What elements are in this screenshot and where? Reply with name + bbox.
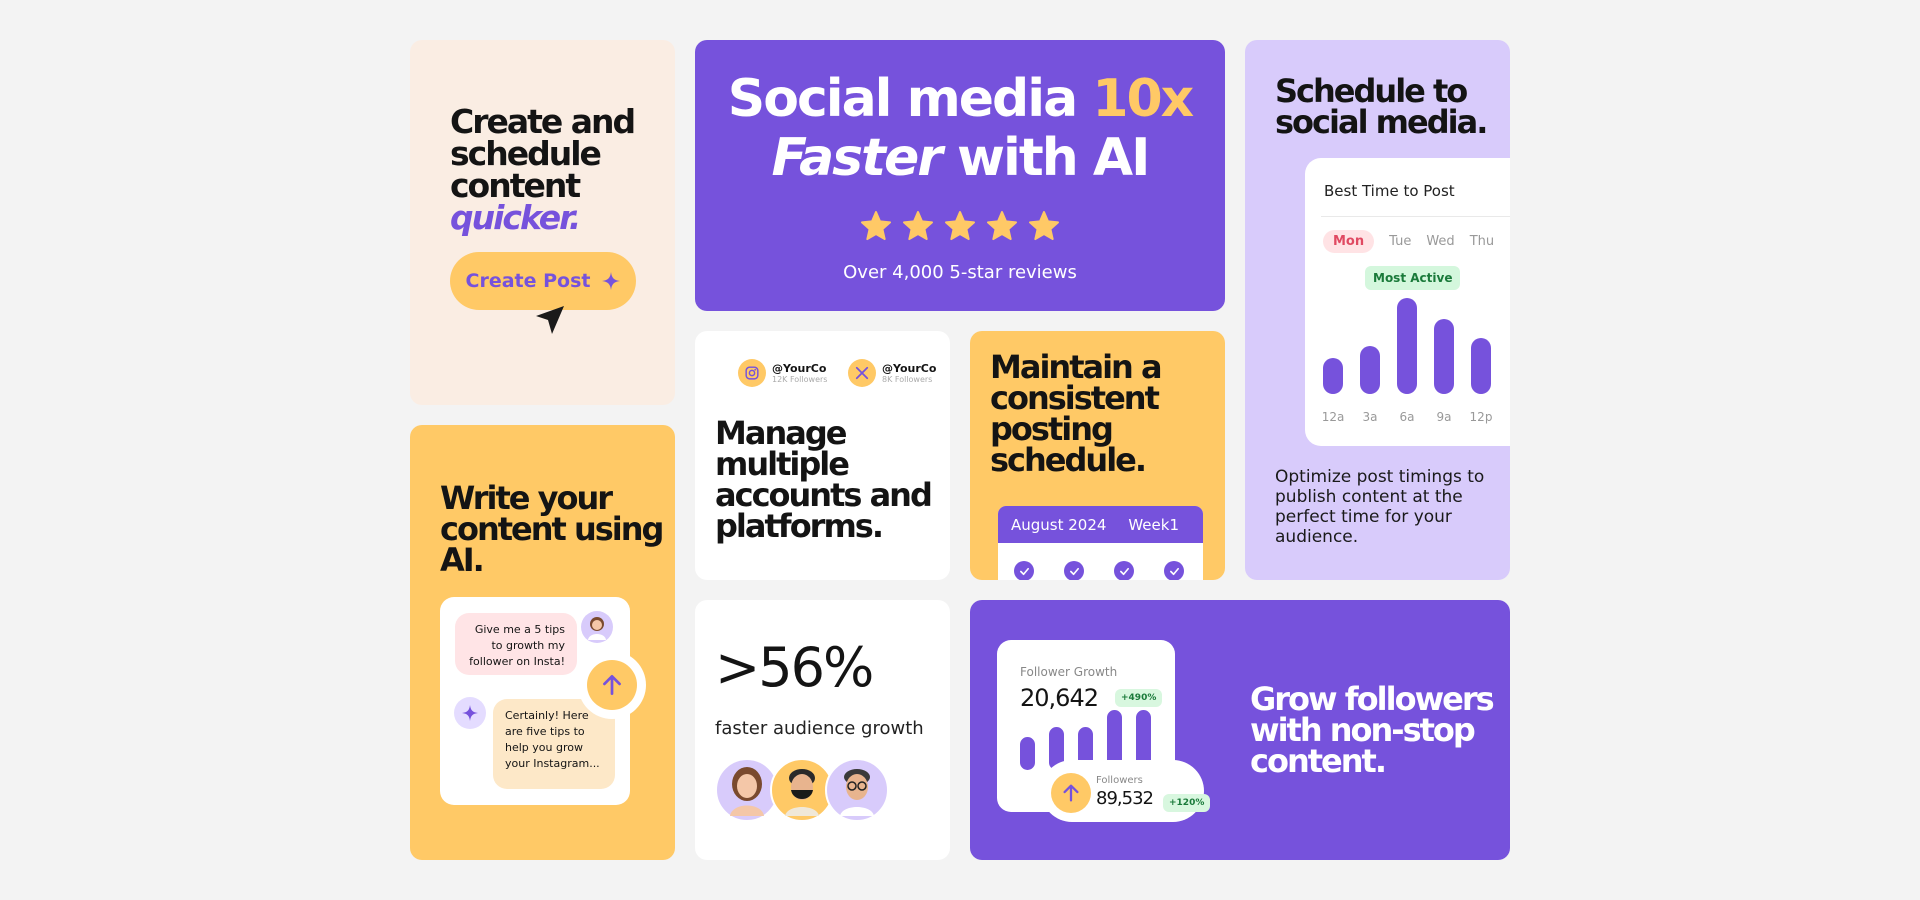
followers-percent-badge: +120% — [1163, 794, 1211, 812]
accounts-heading: Manage multiple accounts and platforms. — [715, 414, 933, 546]
account-handle: @YourCo — [882, 362, 937, 375]
star-icon — [903, 211, 933, 241]
sparkle-icon — [462, 705, 478, 721]
time-bar-12p — [1471, 338, 1491, 394]
time-bar-chart — [1323, 298, 1510, 394]
avatar-woman-icon — [730, 767, 764, 816]
schedule-description: Optimize post timings to publish content… — [1275, 467, 1485, 548]
time-bar-9a — [1434, 319, 1454, 394]
account-tag-x: @YourCo 8K Followers — [840, 351, 945, 395]
day-tabs: Mon Tue Wed Thu — [1323, 230, 1494, 253]
time-axis-label: 12p — [1469, 410, 1493, 424]
send-button[interactable] — [578, 651, 646, 719]
time-bar-3a — [1360, 346, 1380, 394]
account-followers: 12K Followers — [772, 375, 828, 384]
check-icon — [1014, 561, 1034, 580]
avatar-man-mask-icon — [785, 769, 819, 816]
day-tab-wed[interactable]: Wed — [1426, 234, 1454, 249]
check-icon — [1064, 561, 1084, 580]
hero-card: Social media 10x Faster with AI Over 4,0… — [695, 40, 1225, 311]
user-avatar — [581, 611, 613, 643]
consistent-heading: Maintain a consistent posting schedule. — [990, 348, 1163, 480]
time-bar-6a — [1397, 298, 1417, 394]
star-icon — [861, 211, 891, 241]
sparkle-icon — [602, 272, 621, 290]
growth-stat-card: >56% faster audience growth — [695, 600, 950, 860]
day-tab-mon[interactable]: Mon — [1323, 230, 1375, 253]
schedule-heading: Schedule to social media. — [1275, 72, 1488, 142]
day-tab-tue[interactable]: Tue — [1389, 234, 1411, 249]
growth-stat-label: faster audience growth — [715, 718, 924, 739]
follower-growth-value: 20,642 — [1020, 684, 1099, 712]
avatar — [825, 758, 889, 822]
star-rating — [695, 210, 1225, 242]
calendar-checks — [1014, 561, 1184, 580]
time-axis-label: 6a — [1399, 410, 1415, 424]
consistent-schedule-card: Maintain a consistent posting schedule. … — [970, 331, 1225, 580]
grow-followers-heading: Grow followers with non-stop content. — [1250, 680, 1495, 781]
instagram-icon — [745, 366, 759, 380]
create-post-label: Create Post — [465, 270, 591, 292]
user-avatar-icon — [588, 617, 606, 640]
avatar-man-glasses-icon — [840, 769, 874, 816]
account-followers: 8K Followers — [882, 375, 933, 384]
time-axis-label: 3a — [1362, 410, 1378, 424]
followers-value: 89,532 — [1096, 788, 1154, 809]
star-icon — [945, 211, 975, 241]
time-bar-12a — [1323, 358, 1343, 394]
panel-title: Best Time to Post — [1324, 182, 1455, 200]
time-axis-label: 9a — [1436, 410, 1452, 424]
star-icon — [1029, 211, 1059, 241]
calendar-week: Week1 — [1128, 515, 1179, 534]
reviews-text: Over 4,000 5-star reviews — [843, 262, 1077, 283]
cursor-arrow-icon — [536, 306, 564, 334]
star-icon — [987, 211, 1017, 241]
day-tab-thu[interactable]: Thu — [1470, 234, 1494, 249]
heading-accent: quicker. — [450, 198, 581, 237]
ai-heading: Write your content using AI. — [440, 479, 664, 580]
followers-label: Followers — [1096, 775, 1143, 786]
user-message: Give me a 5 tips to growth my follower o… — [455, 613, 577, 675]
avatar-group — [715, 758, 895, 822]
ai-avatar — [454, 697, 486, 729]
hero-title-accent: 10x — [1092, 69, 1194, 129]
arrow-up-icon — [603, 674, 621, 696]
calendar-header: August 2024 Week1 — [998, 506, 1203, 543]
x-icon — [855, 366, 869, 380]
create-card-heading: Create and schedule content quicker. — [450, 102, 636, 237]
account-tag-instagram: @YourCo 12K Followers — [730, 351, 836, 395]
calendar-widget: August 2024 Week1 — [998, 506, 1203, 580]
most-active-badge: Most Active — [1365, 266, 1461, 290]
schedule-card: Schedule to social media. Best Time to P… — [1245, 40, 1510, 580]
followers-up-circle — [1051, 773, 1091, 813]
followers-pill: Followers 89,532 +120% — [1041, 760, 1211, 822]
follower-bar — [1020, 737, 1035, 770]
growth-percent-badge: +490% — [1115, 689, 1163, 707]
calendar-month: August 2024 — [1011, 515, 1107, 534]
check-icon — [1164, 561, 1184, 580]
follower-growth-label: Follower Growth — [1020, 665, 1118, 679]
best-time-panel: Best Time to Post Mon Tue Wed Thu Most A… — [1305, 158, 1510, 446]
chat-window: Give me a 5 tips to growth my follower o… — [440, 597, 646, 805]
account-handle: @YourCo — [772, 362, 827, 375]
create-post-card: Create and schedule content quicker. Cre… — [410, 40, 675, 405]
time-axis-label: 12a — [1321, 410, 1345, 424]
accounts-card: @YourCo 12K Followers @YourCo 8K Followe… — [695, 331, 950, 580]
arrow-up-icon — [1063, 784, 1079, 802]
grow-followers-card: Follower Growth 20,642 +490% Followers 8… — [970, 600, 1510, 860]
hero-title: Social media 10x Faster with AI — [727, 69, 1194, 189]
divider — [1321, 216, 1510, 217]
check-icon — [1114, 561, 1134, 580]
ai-writing-card: Write your content using AI. Give me a 5… — [410, 425, 675, 860]
growth-stat: >56% — [715, 636, 874, 699]
